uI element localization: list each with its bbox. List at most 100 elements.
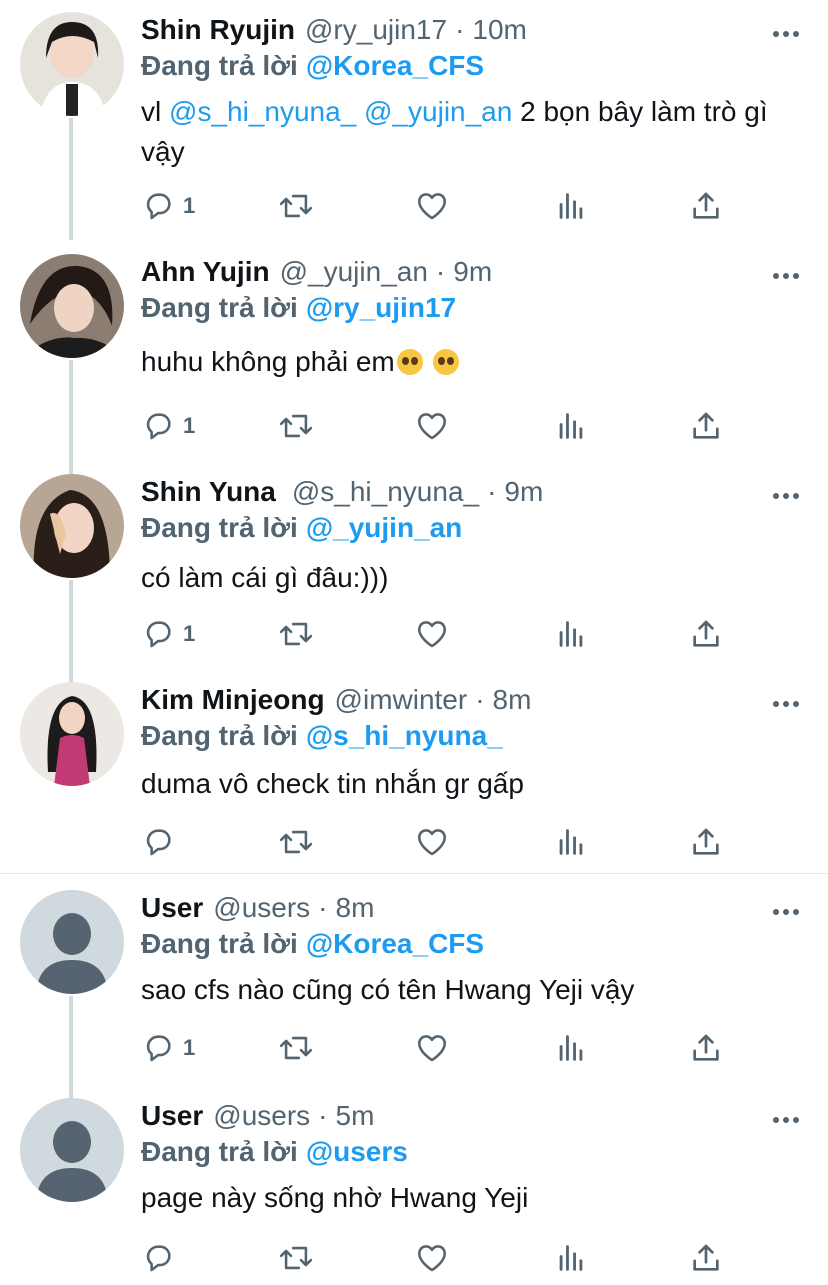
timestamp[interactable]: 8m <box>336 892 375 924</box>
more-icon[interactable] <box>770 1108 802 1132</box>
separator-dot: · <box>487 476 497 507</box>
tweet-actions: 1 <box>141 406 741 446</box>
reply-button[interactable]: 1 <box>141 186 195 226</box>
tweet[interactable]: Shin Yuna @s_hi_nyuna_ · 9m Đang trả lời… <box>0 462 828 690</box>
more-icon[interactable] <box>770 900 802 924</box>
share-icon <box>693 828 719 855</box>
pleading-face-emoji <box>396 349 423 375</box>
replying-handle[interactable]: @Korea_CFS <box>306 928 484 959</box>
timestamp[interactable]: 10m <box>472 14 526 46</box>
timestamp[interactable]: 8m <box>493 684 532 716</box>
share-button[interactable] <box>689 406 723 446</box>
tweet-header: Ahn Yujin @_yujin_an · 9m <box>141 256 492 290</box>
replying-to: Đang trả lời @Korea_CFS <box>141 928 484 960</box>
avatar[interactable] <box>20 682 124 786</box>
tweet[interactable]: User @users · 5m Đang trả lời @users page… <box>0 1086 828 1285</box>
heart-icon <box>417 193 447 220</box>
display-name[interactable]: User <box>141 892 203 924</box>
display-name[interactable]: Shin Ryujin <box>141 14 295 46</box>
replying-handle[interactable]: @s_hi_nyuna_ <box>306 720 503 751</box>
separator-dot: · <box>435 256 446 287</box>
tweet[interactable]: Kim Minjeong @imwinter · 8m Đang trả lời… <box>0 670 828 872</box>
mention-link[interactable]: @s_hi_nyuna_ <box>169 96 356 127</box>
username[interactable]: @ry_ujin17 <box>305 14 447 46</box>
avatar[interactable] <box>20 474 124 578</box>
views-icon <box>559 413 583 439</box>
reply-button[interactable] <box>141 1238 183 1278</box>
like-button[interactable] <box>415 1238 449 1278</box>
share-button[interactable] <box>689 614 723 654</box>
default-avatar[interactable] <box>20 1098 124 1202</box>
mention-link[interactable]: @_yujin_an <box>364 96 512 127</box>
tweet-header: User @users · 5m <box>141 1100 374 1134</box>
replying-label: Đang trả lời <box>141 292 298 323</box>
username[interactable]: @s_hi_nyuna_ <box>292 476 479 508</box>
more-icon[interactable] <box>770 22 802 46</box>
separator-dot: · <box>318 1100 328 1131</box>
text-body: duma vô check tin nhắn gr gấp <box>141 768 524 799</box>
display-name[interactable]: Kim Minjeong <box>141 684 325 716</box>
tweet-actions: 1 <box>141 186 741 226</box>
share-button[interactable] <box>689 822 723 862</box>
views-button[interactable] <box>554 614 588 654</box>
replying-handle[interactable]: @users <box>306 1136 408 1167</box>
reply-count: 1 <box>183 413 196 438</box>
reply-icon <box>146 413 171 440</box>
replying-handle[interactable]: @_yujin_an <box>306 512 462 543</box>
views-button[interactable] <box>554 1238 588 1278</box>
default-avatar[interactable] <box>20 890 124 994</box>
tweet-actions: 1 <box>141 1028 741 1068</box>
like-button[interactable] <box>415 1028 449 1068</box>
username[interactable]: @_yujin_an <box>280 256 428 288</box>
like-button[interactable] <box>415 186 449 226</box>
replying-handle[interactable]: @ry_ujin17 <box>306 292 456 323</box>
reply-icon <box>146 1245 171 1272</box>
reply-button[interactable]: 1 <box>141 1028 195 1068</box>
views-button[interactable] <box>554 406 588 446</box>
views-button[interactable] <box>554 1028 588 1068</box>
tweet[interactable]: Shin Ryujin @ry_ujin17 · 10m Đang trả lờ… <box>0 0 828 240</box>
text-body: huhu không phải em <box>141 346 395 377</box>
reply-button[interactable]: 1 <box>141 406 195 446</box>
more-icon[interactable] <box>770 692 802 716</box>
replying-label: Đang trả lời <box>141 928 298 959</box>
replying-handle[interactable]: @Korea_CFS <box>306 50 484 81</box>
timestamp[interactable]: 5m <box>336 1100 375 1132</box>
avatar[interactable] <box>20 254 124 358</box>
timestamp[interactable]: 9m <box>453 256 492 288</box>
share-button[interactable] <box>689 1238 723 1278</box>
retweet-icon <box>279 830 313 854</box>
retweet-button[interactable] <box>277 1028 315 1068</box>
username[interactable]: @users <box>213 892 310 924</box>
reply-button[interactable]: 1 <box>141 614 195 654</box>
display-name[interactable]: User <box>141 1100 203 1132</box>
reply-icon <box>146 621 171 648</box>
views-button[interactable] <box>554 186 588 226</box>
username[interactable]: @imwinter <box>335 684 468 716</box>
timestamp[interactable]: 9m <box>504 476 543 508</box>
retweet-button[interactable] <box>277 406 315 446</box>
display-name[interactable]: Shin Yuna <box>141 476 276 508</box>
avatar[interactable] <box>20 12 124 116</box>
like-button[interactable] <box>415 406 449 446</box>
replying-to: Đang trả lời @ry_ujin17 <box>141 292 456 324</box>
share-button[interactable] <box>689 1028 723 1068</box>
share-button[interactable] <box>689 186 723 226</box>
retweet-button[interactable] <box>277 822 315 862</box>
tweet[interactable]: Ahn Yujin @_yujin_an · 9m Đang trả lời @r… <box>0 242 828 480</box>
like-button[interactable] <box>415 822 449 862</box>
reply-button[interactable] <box>141 822 183 862</box>
retweet-button[interactable] <box>277 186 315 226</box>
share-icon <box>693 412 719 439</box>
tweet[interactable]: User @users · 8m Đang trả lời @Korea_CFS … <box>0 878 828 1116</box>
like-button[interactable] <box>415 614 449 654</box>
display-name[interactable]: Ahn Yujin <box>141 256 270 288</box>
username[interactable]: @users <box>213 1100 310 1132</box>
separator-dot: · <box>318 892 328 923</box>
retweet-button[interactable] <box>277 614 315 654</box>
retweet-button[interactable] <box>277 1238 315 1278</box>
reply-icon <box>146 1035 171 1062</box>
more-icon[interactable] <box>770 264 802 288</box>
views-button[interactable] <box>554 822 588 862</box>
more-icon[interactable] <box>770 484 802 508</box>
